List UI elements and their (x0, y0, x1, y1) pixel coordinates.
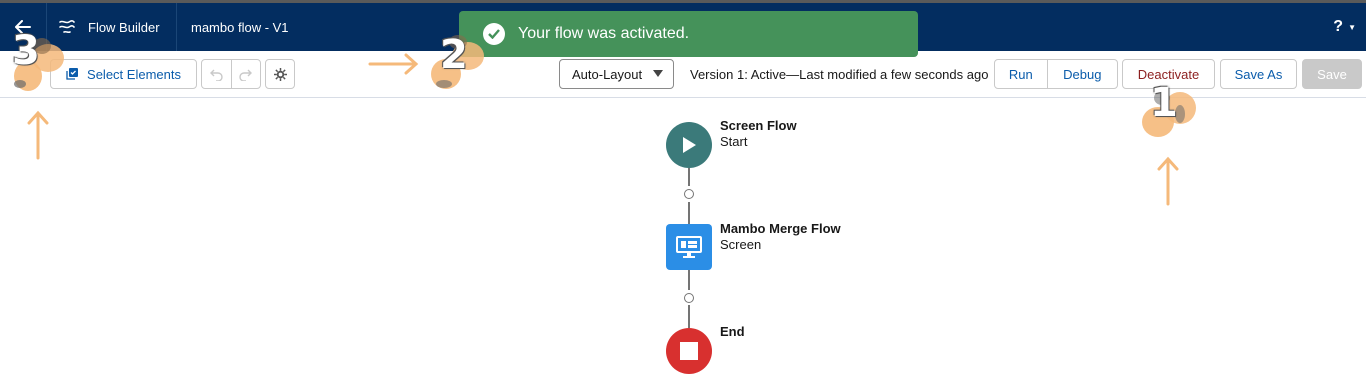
debug-button[interactable]: Debug (1048, 60, 1117, 88)
success-toast: Your flow was activated. (459, 11, 918, 57)
add-element-dot[interactable] (684, 189, 694, 199)
screen-node-subtitle: Screen (720, 237, 762, 252)
select-elements-button[interactable]: Select Elements (50, 59, 197, 89)
app-name-label: Flow Builder (88, 19, 160, 35)
run-button[interactable]: Run (995, 60, 1048, 88)
connector-line (688, 168, 690, 186)
flow-icon (59, 20, 75, 34)
version-status: Version 1: Active—Last modified a few se… (690, 66, 989, 82)
save-button[interactable]: Save (1302, 59, 1362, 89)
arrow-up-icon (27, 110, 49, 160)
start-node-subtitle: Start (720, 134, 748, 149)
undo-icon (209, 69, 223, 81)
screen-node[interactable] (666, 224, 712, 270)
undo-redo-group (201, 59, 261, 89)
screen-node-label: Mambo Merge Flow Screen (720, 221, 841, 253)
flow-title: mambo flow - V1 (191, 19, 289, 35)
step-marker-3: 3 (12, 28, 40, 74)
start-node-title: Screen Flow (720, 118, 797, 133)
layout-mode-value: Auto-Layout (572, 66, 643, 82)
end-node[interactable] (666, 328, 712, 374)
app-name: Flow Builder (58, 3, 160, 51)
layout-mode-select[interactable]: Auto-Layout (559, 59, 674, 89)
caret-down-icon (653, 70, 663, 77)
help-menu[interactable]: ? ▼ (1333, 3, 1356, 51)
header-divider (176, 3, 177, 51)
arrow-up-icon (1157, 156, 1179, 206)
settings-button[interactable] (265, 59, 295, 89)
chevron-down-icon: ▼ (1348, 22, 1356, 32)
redo-icon (239, 69, 253, 81)
select-elements-label: Select Elements (87, 66, 181, 82)
end-node-title: End (720, 324, 745, 339)
start-node[interactable] (666, 122, 712, 168)
connector-line (688, 270, 690, 290)
toast-message: Your flow was activated. (518, 25, 690, 42)
play-icon (683, 137, 696, 153)
start-node-label: Screen Flow Start (720, 118, 797, 150)
arrow-right-icon (368, 53, 419, 75)
undo-button[interactable] (202, 60, 232, 88)
stop-icon (680, 342, 698, 360)
connector-line (688, 202, 690, 224)
redo-button[interactable] (232, 60, 261, 88)
gear-icon (273, 67, 287, 81)
add-element-dot[interactable] (684, 293, 694, 303)
run-debug-group: Run Debug (994, 59, 1118, 89)
connector-line (688, 305, 690, 328)
end-node-label: End (720, 324, 745, 340)
screen-node-title: Mambo Merge Flow (720, 221, 841, 236)
step-marker-1: 1 (1150, 80, 1178, 126)
step-marker-2: 2 (440, 32, 468, 78)
save-as-button[interactable]: Save As (1220, 59, 1297, 89)
screen-icon (676, 236, 702, 258)
help-label: ? (1333, 18, 1344, 35)
